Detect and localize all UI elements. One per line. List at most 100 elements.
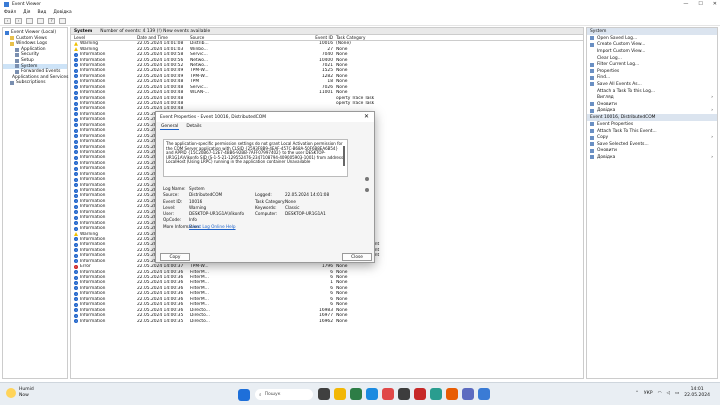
menu-action[interactable]: Дія: [23, 10, 30, 15]
task-view-icon[interactable]: [318, 388, 330, 400]
battery-icon[interactable]: ▭: [675, 391, 679, 396]
forward-icon[interactable]: ›: [15, 18, 22, 24]
task-cell: operty Trace Task: [336, 101, 375, 107]
maximize-button[interactable]: ☐: [698, 1, 702, 7]
level-text: Information: [80, 209, 106, 215]
level-cell: i Information: [71, 134, 137, 139]
action-item[interactable]: Import Custom View...: [587, 48, 717, 55]
action-item[interactable]: Event Properties: [587, 121, 717, 128]
event-id-cell: 7040: [321, 52, 333, 58]
action-label: Save All Events As...: [597, 81, 642, 87]
info-icon: i: [74, 150, 78, 155]
col-level[interactable]: Level: [71, 35, 137, 40]
start-icon[interactable]: [238, 389, 250, 401]
tree-item[interactable]: Subscriptions: [3, 80, 67, 86]
info-icon: i: [74, 204, 78, 209]
action-item[interactable]: Open Saved Log...: [587, 35, 717, 42]
action-item[interactable]: Save All Events As...: [587, 81, 717, 88]
action-item[interactable]: Attach Task To This Event...: [587, 128, 717, 135]
minimize-button[interactable]: —: [683, 1, 688, 7]
col-event-id[interactable]: Event ID: [259, 35, 336, 40]
menu-help[interactable]: Довідка: [53, 10, 71, 15]
event-log-help-link[interactable]: Event Log Online Help: [189, 224, 236, 230]
action-item[interactable]: Filter Current Log...: [587, 61, 717, 68]
app2-icon[interactable]: [446, 388, 458, 400]
whatsapp-icon[interactable]: [430, 388, 442, 400]
actions-section-header[interactable]: System: [587, 28, 717, 35]
action-item[interactable]: Properties: [587, 68, 717, 75]
source-cell: FilterM...: [190, 285, 209, 291]
file-explorer-icon[interactable]: [334, 388, 346, 400]
level-cell: i Information: [71, 237, 137, 242]
event-viewer-task-icon[interactable]: [478, 388, 490, 400]
level-cell: i Information: [71, 68, 137, 73]
event-id-cell: 6: [330, 302, 333, 308]
language-indicator[interactable]: УКР: [644, 391, 653, 396]
back-icon[interactable]: ‹: [4, 18, 11, 24]
spotify-icon[interactable]: [350, 388, 362, 400]
level-cell: i Information: [71, 270, 137, 275]
source-cell: FilterM...: [190, 269, 209, 275]
action-icon: [590, 82, 594, 87]
action-item[interactable]: Вигляд ›: [587, 94, 717, 101]
chevron-up-icon[interactable]: ⌃: [635, 391, 639, 396]
action-item[interactable]: Save Selected Events...: [587, 141, 717, 148]
info-icon: i: [74, 253, 78, 258]
dialog-close-button[interactable]: Close: [342, 253, 372, 261]
message-scrollbar[interactable]: [343, 146, 345, 166]
level-text: Information: [80, 52, 106, 58]
info-icon: i: [74, 308, 78, 313]
action-item[interactable]: Clear Log...: [587, 55, 717, 62]
action-item[interactable]: Довідка ›: [587, 108, 717, 115]
action-item[interactable]: Find...: [587, 75, 717, 82]
action-item[interactable]: Довідка ›: [587, 154, 717, 161]
task-cell: None: [336, 307, 348, 313]
help-icon[interactable]: ?: [48, 18, 55, 24]
source-cell: Servic...: [190, 84, 208, 90]
properties-icon[interactable]: [37, 18, 44, 24]
weather-icon: [6, 388, 16, 398]
app-icon[interactable]: [398, 388, 410, 400]
action-icon: [590, 69, 594, 74]
col-source[interactable]: Source: [190, 35, 259, 40]
date-cell: 22.05.2024 14:00:36: [137, 275, 184, 281]
tab-general[interactable]: General: [160, 124, 180, 130]
chrome-icon[interactable]: [382, 388, 394, 400]
actions-section-title: Event 10016, DistributedCOM: [590, 115, 656, 121]
teams-icon[interactable]: [462, 388, 474, 400]
panel-icon[interactable]: [59, 18, 66, 24]
close-button[interactable]: ✕: [713, 1, 717, 7]
table-row[interactable]: i Information 22.05.2024 14:00:35 Directo..…: [71, 318, 583, 324]
wifi-icon[interactable]: ◠: [658, 391, 662, 396]
action-icon: [590, 108, 594, 113]
action-label: Find...: [597, 75, 611, 81]
search-box[interactable]: ⌕ Пошук: [255, 389, 313, 400]
copy-button[interactable]: Copy: [160, 253, 190, 261]
menu-view[interactable]: Вид: [37, 10, 46, 15]
menu-file[interactable]: Файл: [4, 10, 16, 15]
up-folder-icon[interactable]: [26, 18, 33, 24]
tab-details[interactable]: Details: [185, 124, 202, 129]
action-label: Properties: [597, 68, 620, 74]
action-item[interactable]: Оновити: [587, 101, 717, 108]
action-item[interactable]: Copy ›: [587, 134, 717, 141]
edge-icon[interactable]: [366, 388, 378, 400]
action-icon: [590, 142, 594, 147]
col-task[interactable]: Task Category: [336, 35, 416, 40]
opera-icon[interactable]: [414, 388, 426, 400]
clock[interactable]: 14:01 22.05.2024: [684, 387, 710, 399]
event-message[interactable]: The application-specific permission sett…: [163, 139, 348, 177]
scroll-up-icon[interactable]: [365, 177, 369, 181]
event-properties-fields: Log Name: System Source: DistributedCOM Logg…: [163, 186, 363, 230]
volume-icon[interactable]: ◁: [667, 391, 670, 396]
actions-section-header[interactable]: Event 10016, DistributedCOM: [587, 114, 717, 122]
dialog-close-icon[interactable]: ✕: [364, 113, 369, 120]
action-item[interactable]: Create Custom View...: [587, 42, 717, 49]
weather-widget[interactable]: Humid Now: [6, 387, 34, 399]
info-icon: i: [74, 215, 78, 220]
action-item[interactable]: Оновити: [587, 148, 717, 155]
info-icon: i: [74, 139, 78, 144]
scroll-down-icon[interactable]: [365, 188, 369, 192]
action-item[interactable]: Attach a Task To this Log...: [587, 88, 717, 95]
col-date[interactable]: Date and Time: [137, 35, 190, 40]
